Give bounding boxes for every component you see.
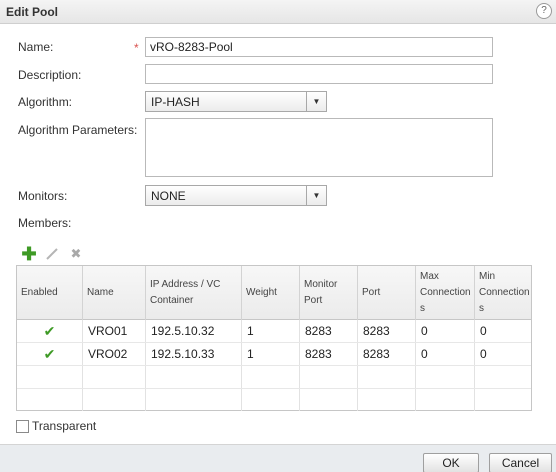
cancel-button[interactable]: Cancel bbox=[489, 453, 552, 472]
empty-cell bbox=[475, 389, 531, 411]
column-header-monitor-port[interactable]: Monitor Port bbox=[300, 266, 358, 320]
empty-cell bbox=[358, 366, 416, 388]
algorithm-dropdown[interactable]: IP-HASH ▼ bbox=[145, 91, 327, 112]
member-min-connections: 0 bbox=[480, 324, 487, 338]
column-header-port[interactable]: Port bbox=[358, 266, 416, 320]
description-input[interactable] bbox=[145, 64, 493, 84]
column-header-name[interactable]: Name bbox=[83, 266, 146, 320]
member-ip: 192.5.10.33 bbox=[146, 343, 242, 365]
member-max-connections: 0 bbox=[416, 343, 475, 365]
member-port: 8283 bbox=[358, 320, 416, 342]
member-monitor-port: 8283 bbox=[300, 320, 358, 342]
table-header: Enabled Name IP Address / VC Container W… bbox=[17, 266, 531, 320]
algorithm-parameters-label: Algorithm Parameters: bbox=[18, 123, 138, 137]
empty-cell bbox=[242, 389, 300, 411]
enabled-check-icon[interactable]: ✔ bbox=[17, 320, 83, 342]
empty-cell bbox=[242, 366, 300, 388]
monitors-dropdown[interactable]: NONE ▼ bbox=[145, 185, 327, 206]
empty-cell bbox=[17, 389, 83, 411]
member-weight: 1 bbox=[242, 343, 300, 365]
column-header-max-connections[interactable]: Max Connection s bbox=[416, 266, 475, 320]
name-label: Name: bbox=[18, 40, 54, 54]
edit-icon[interactable] bbox=[44, 246, 60, 262]
delete-icon[interactable]: ✖ bbox=[68, 246, 84, 262]
empty-cell bbox=[146, 389, 242, 411]
ok-button[interactable]: OK bbox=[423, 453, 479, 472]
members-table: Enabled Name IP Address / VC Container W… bbox=[16, 265, 532, 411]
chevron-down-icon[interactable]: ▼ bbox=[306, 186, 326, 205]
algorithm-label: Algorithm: bbox=[18, 95, 73, 109]
member-weight: 1 bbox=[242, 320, 300, 342]
member-name: VRO01 bbox=[83, 320, 146, 342]
member-port: 8283 bbox=[358, 343, 416, 365]
empty-cell bbox=[300, 389, 358, 411]
chevron-down-icon[interactable]: ▼ bbox=[306, 92, 326, 111]
member-min-connections: 0 bbox=[480, 347, 487, 361]
member-max-connections: 0 bbox=[416, 320, 475, 342]
algorithm-parameters-input[interactable] bbox=[145, 118, 493, 177]
member-monitor-port: 8283 bbox=[300, 343, 358, 365]
empty-cell bbox=[146, 366, 242, 388]
column-header-min-connections[interactable]: Min Connection s bbox=[475, 266, 531, 320]
empty-cell bbox=[83, 366, 146, 388]
table-row-empty bbox=[17, 366, 531, 389]
members-label: Members: bbox=[18, 216, 72, 230]
column-header-weight[interactable]: Weight bbox=[242, 266, 300, 320]
empty-cell bbox=[17, 366, 83, 388]
help-icon[interactable]: ? bbox=[536, 3, 552, 19]
add-icon[interactable]: ✚ bbox=[21, 245, 37, 263]
empty-cell bbox=[300, 366, 358, 388]
dialog-title-bar: Edit Pool ? bbox=[0, 0, 556, 24]
empty-cell bbox=[416, 389, 475, 411]
empty-cell bbox=[416, 366, 475, 388]
algorithm-value: IP-HASH bbox=[151, 95, 200, 109]
table-row-empty bbox=[17, 389, 531, 412]
column-header-enabled[interactable]: Enabled bbox=[17, 266, 83, 320]
dialog-title: Edit Pool bbox=[6, 5, 58, 19]
empty-cell bbox=[475, 366, 531, 388]
member-name: VRO02 bbox=[83, 343, 146, 365]
empty-cell bbox=[83, 389, 146, 411]
transparent-label[interactable]: Transparent bbox=[32, 419, 96, 433]
enabled-check-icon[interactable]: ✔ bbox=[17, 343, 83, 365]
empty-cell bbox=[358, 389, 416, 411]
member-ip: 192.5.10.32 bbox=[146, 320, 242, 342]
table-row[interactable]: ✔ VRO02 192.5.10.33 1 8283 8283 0 0 bbox=[17, 343, 531, 366]
column-header-ip[interactable]: IP Address / VC Container bbox=[146, 266, 242, 320]
required-marker: * bbox=[134, 41, 139, 55]
monitors-value: NONE bbox=[151, 189, 186, 203]
monitors-label: Monitors: bbox=[18, 189, 68, 203]
table-row[interactable]: ✔ VRO01 192.5.10.32 1 8283 8283 0 0 bbox=[17, 320, 531, 343]
name-input[interactable] bbox=[145, 37, 493, 57]
description-label: Description: bbox=[18, 68, 82, 82]
transparent-checkbox[interactable] bbox=[16, 420, 29, 433]
